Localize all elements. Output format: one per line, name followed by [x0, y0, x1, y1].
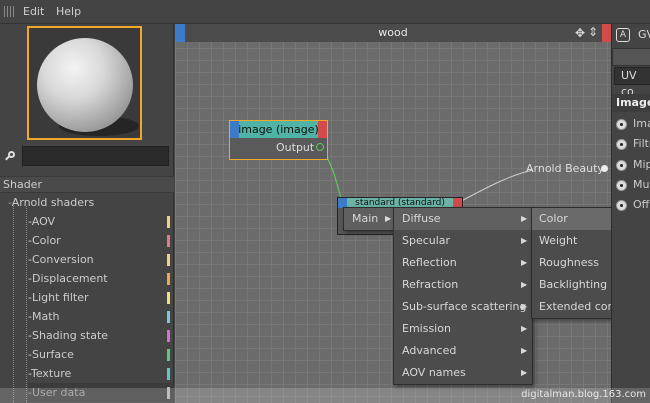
submenu-arrow-icon: ▶	[521, 280, 528, 289]
menu-item-specular[interactable]: Specular ▶	[394, 230, 532, 252]
tree-item-surface[interactable]: -Surface	[28, 345, 174, 364]
shader-tree: -Arnold shaders -AOV -Color -Conversion …	[0, 194, 174, 403]
radio-icon[interactable]	[616, 200, 627, 211]
tree-item-aov[interactable]: -AOV	[28, 212, 174, 231]
preview-sphere	[37, 38, 133, 132]
submenu-arrow-icon: ▶	[521, 302, 528, 311]
submenu-arrow-icon: ▶	[521, 346, 528, 355]
image-section-header[interactable]: Image	[612, 94, 650, 112]
submenu-arrow-icon: ▶	[521, 258, 528, 267]
submenu-arrow-icon: ▶	[521, 236, 528, 245]
menu-item-emission[interactable]: Emission ▶	[394, 318, 532, 340]
tree-item-light-filter[interactable]: -Light filter	[28, 288, 174, 307]
category-color-swatch	[167, 273, 170, 285]
option-label: Mip	[633, 158, 650, 171]
material-preview-swatch[interactable]	[27, 26, 142, 140]
context-menu-level1: Diffuse ▶ Specular ▶ Reflection ▶ Refractio…	[393, 207, 533, 385]
menu-item-aov-names[interactable]: AOV names ▶	[394, 362, 532, 384]
image-node[interactable]: image (image) Output	[229, 120, 328, 160]
category-color-swatch	[167, 216, 170, 228]
menu-item-diffuse[interactable]: Diffuse ▶	[394, 208, 532, 230]
option-label: Ima	[633, 117, 650, 130]
tree-item-shading-state[interactable]: -Shading state	[28, 326, 174, 345]
tree-item-color[interactable]: -Color	[28, 231, 174, 250]
menu-item-subsurface[interactable]: Sub-surface scattering ▶	[394, 296, 532, 318]
output-port-icon[interactable]	[316, 143, 324, 151]
watermark-text: digitalman.blog.163.com	[521, 389, 646, 400]
tree-line	[26, 206, 27, 403]
menu-item-main[interactable]: Main ▶	[344, 208, 394, 230]
option-label: Off	[633, 198, 650, 211]
watermark-strip: digitalman.blog.163.com	[0, 388, 650, 403]
tree-root-arnold-shaders[interactable]: -Arnold shaders	[8, 196, 94, 209]
option-label: Filte	[633, 137, 650, 150]
grip-icon[interactable]	[4, 6, 14, 17]
category-color-swatch	[167, 349, 170, 361]
search-icon	[5, 151, 15, 161]
toolbar-button[interactable]	[612, 48, 650, 66]
option-label: Mu	[633, 178, 650, 191]
tree-item-texture[interactable]: -Texture	[28, 364, 174, 383]
arnold-beauty-port-icon[interactable]	[601, 165, 608, 172]
context-menu-main: Main ▶	[343, 207, 395, 231]
shader-browser-panel: Shader -Arnold shaders -AOV -Color -Conv…	[0, 24, 174, 403]
search-row	[0, 146, 174, 168]
gv-label: GV	[638, 28, 650, 41]
category-color-swatch	[167, 292, 170, 304]
menu-item-advanced[interactable]: Advanced ▶	[394, 340, 532, 362]
menu-item-refraction[interactable]: Refraction ▶	[394, 274, 532, 296]
tree-item-math[interactable]: -Math	[28, 307, 174, 326]
tree-item-displacement[interactable]: -Displacement	[28, 269, 174, 288]
attribute-panel: A GV UV co Image Ima Filte Mip Mu Off	[611, 24, 650, 403]
menu-bar: Edit Help	[0, 0, 650, 24]
output-port-label: Output	[276, 141, 315, 154]
submenu-arrow-icon: ▶	[521, 368, 528, 377]
menu-help[interactable]: Help	[56, 5, 81, 18]
tree-item-conversion[interactable]: -Conversion	[28, 250, 174, 269]
category-color-swatch	[167, 330, 170, 342]
image-node-header[interactable]: image (image)	[230, 121, 327, 138]
image-node-title: image (image)	[238, 123, 319, 136]
category-color-swatch	[167, 235, 170, 247]
arnold-icon[interactable]: A	[616, 28, 630, 42]
submenu-arrow-icon: ▶	[521, 214, 528, 223]
radio-icon[interactable]	[616, 139, 627, 150]
category-color-swatch	[167, 311, 170, 323]
shader-header: Shader	[0, 176, 174, 193]
category-color-swatch	[167, 254, 170, 266]
radio-icon[interactable]	[616, 160, 627, 171]
category-color-swatch	[167, 368, 170, 380]
search-input[interactable]	[22, 146, 169, 166]
menu-edit[interactable]: Edit	[23, 5, 44, 18]
arnold-beauty-label: Arnold Beauty	[526, 162, 604, 175]
submenu-arrow-icon: ▶	[521, 324, 528, 333]
menu-item-reflection[interactable]: Reflection ▶	[394, 252, 532, 274]
uv-coords-dropdown[interactable]: UV co	[614, 67, 650, 98]
submenu-arrow-icon: ▶	[385, 214, 392, 223]
tree-line	[13, 206, 14, 403]
radio-icon[interactable]	[616, 180, 627, 191]
radio-icon[interactable]	[616, 119, 627, 130]
